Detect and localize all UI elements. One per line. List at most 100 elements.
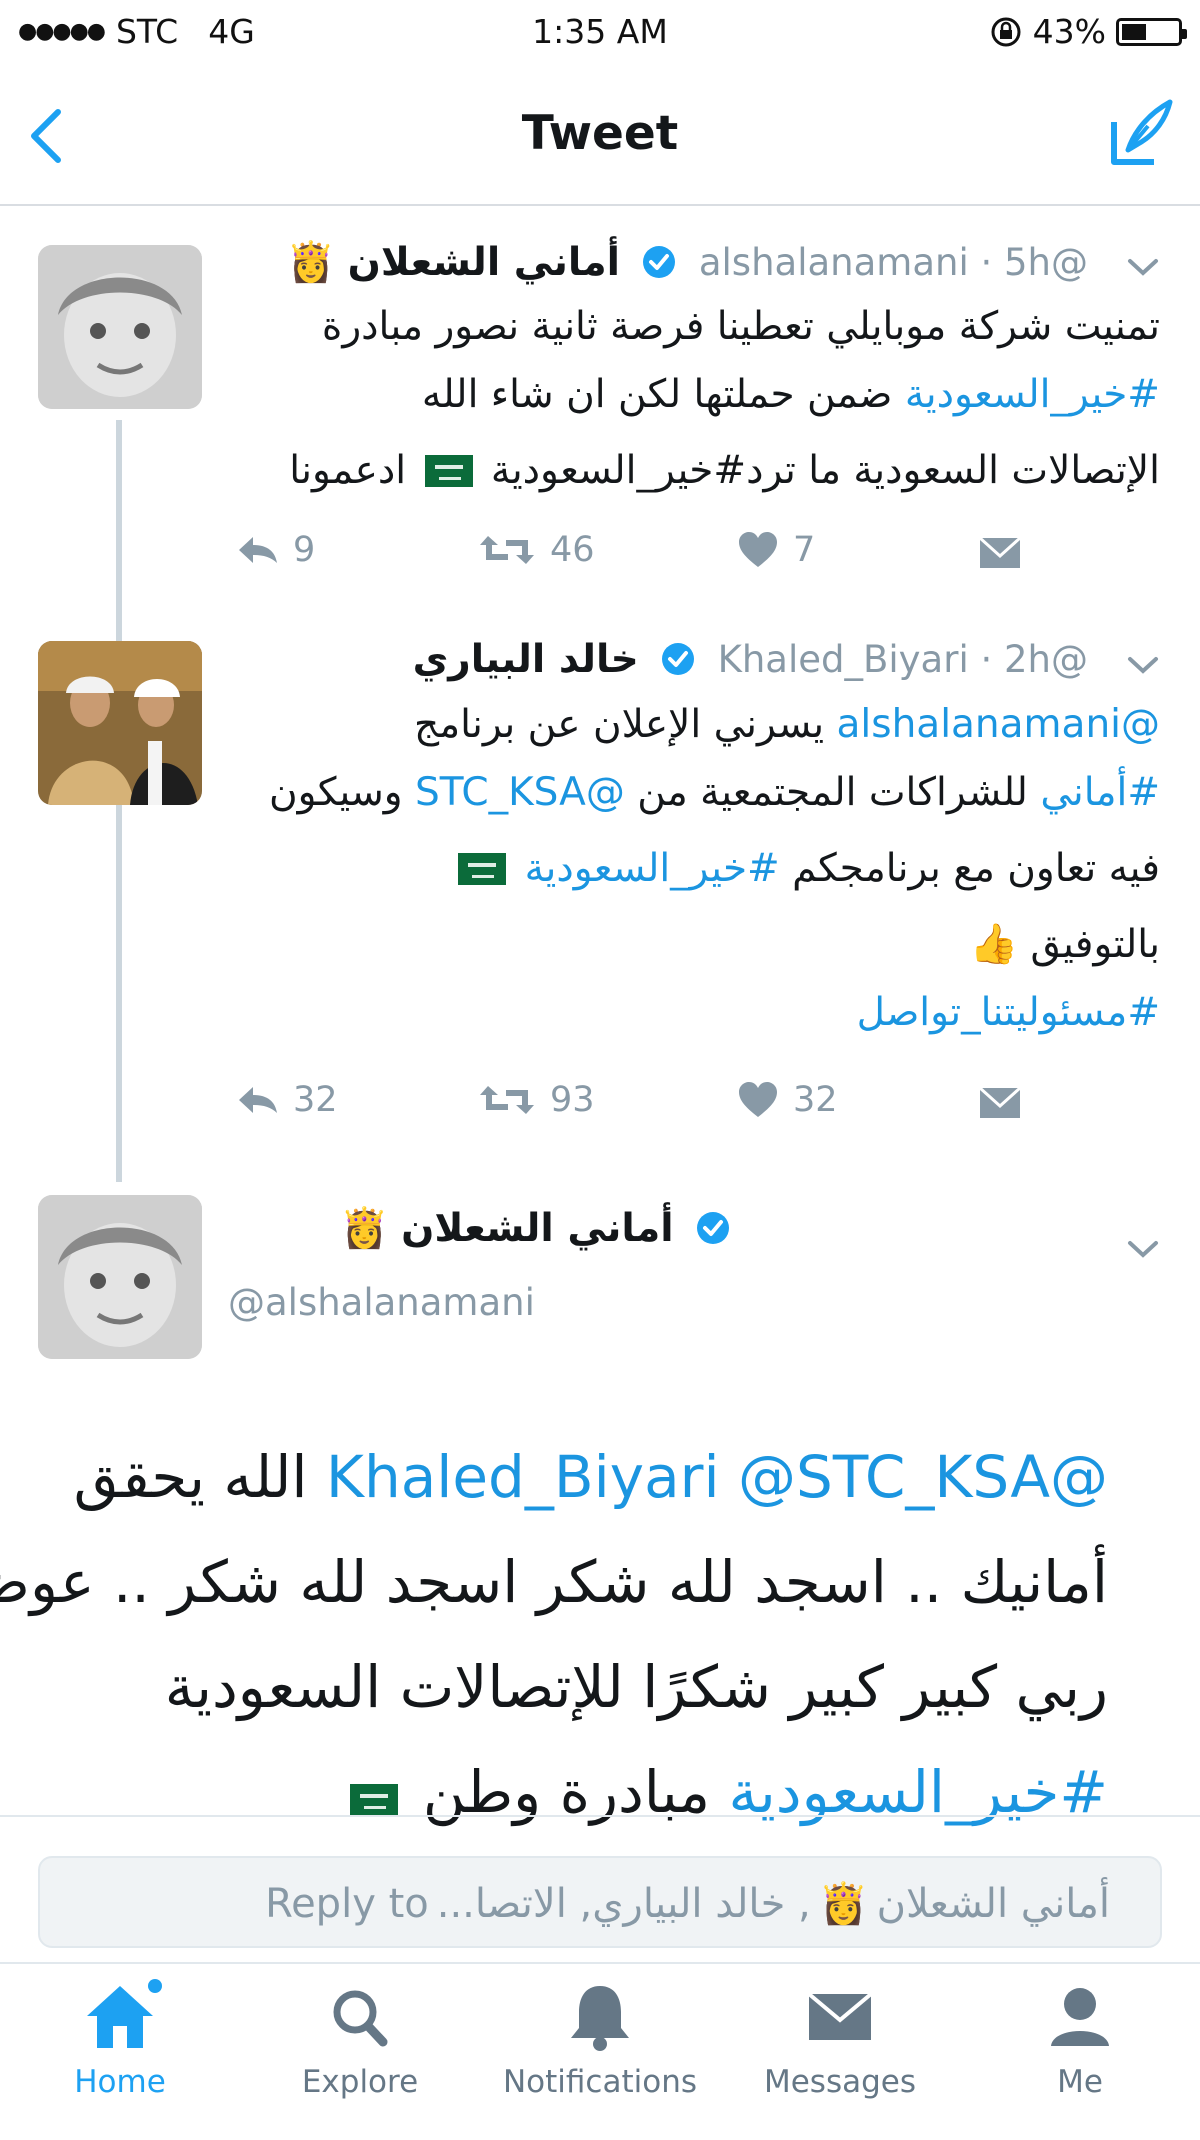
tweet-line: فيه تعاون مع برنامجكم #خير_السعودية — [240, 835, 1160, 903]
tweet-handle[interactable]: @alshalanamani · 5h — [699, 241, 1088, 284]
princess-emoji-icon: 👸 — [340, 1206, 389, 1251]
saudi-flag-icon — [350, 1784, 399, 1816]
status-bar: ●●●●● STC 4G 1:35 AM 43% — [0, 0, 1200, 68]
tweet-line: #مسئوليتنا_تواصل — [240, 979, 1160, 1047]
tweet-line: الإتصالات السعودية ما ترد#خير_السعودية ا… — [240, 437, 1160, 505]
retweet-count: 46 — [550, 530, 595, 570]
tweet-text: أمانيك .. اسجد لله شكر اسجد لله شكر .. ع… — [0, 1548, 1108, 1616]
verified-badge-icon — [697, 1212, 729, 1244]
reply-button[interactable]: 9 — [235, 530, 315, 570]
tweet-text: ربي كبير كبير شكرًا للإتصالات السعودية — [164, 1653, 1108, 1721]
tab-label: Messages — [763, 2064, 917, 2100]
like-button[interactable]: 7 — [737, 530, 815, 570]
tab-home[interactable]: Home — [0, 1976, 240, 2100]
tweet-text: للشراكات المجتمعية من — [624, 770, 1041, 815]
reply-icon — [239, 1087, 277, 1113]
tweet-link[interactable]: @STC_KSA — [738, 1443, 1050, 1511]
reply-prefix: Reply to — [265, 1880, 429, 1927]
avatar[interactable] — [38, 641, 202, 805]
tweet-link[interactable]: #خير_السعودية — [905, 372, 1160, 417]
battery-icon — [1116, 17, 1187, 46]
verified-badge-icon — [643, 246, 676, 278]
verified-badge-icon — [662, 643, 695, 675]
tweet-author-name[interactable]: أماني الشعلان — [348, 240, 620, 285]
retweet-icon — [480, 536, 534, 564]
retweet-button[interactable]: 93 — [478, 1080, 595, 1120]
tweet-actions: 32 93 32 — [0, 1080, 1200, 1130]
tweet-line: @alshalanamani يسرني الإعلان عن برنامج — [240, 691, 1160, 759]
navigation-bar: Tweet — [0, 68, 1200, 206]
tweet-link[interactable]: #أماني — [1040, 770, 1160, 815]
tweet-author-name[interactable]: خالد البياري — [413, 637, 639, 682]
envelope-icon — [807, 1992, 873, 2040]
tab-bar: Home Explore Notifications Messages Me — [0, 1962, 1200, 2140]
reply-count: 32 — [293, 1080, 338, 1120]
tweet-author-name[interactable]: أماني الشعلان — [401, 1206, 673, 1251]
tab-label: Explore — [301, 2064, 419, 2100]
tweet-text: يسرني الإعلان عن برنامج — [414, 702, 837, 747]
saudi-flag-icon — [458, 853, 507, 885]
tweet-link[interactable]: #مسئوليتنا_تواصل — [857, 990, 1160, 1035]
tab-label: Me — [1057, 2064, 1103, 2100]
tweet-line: @Khaled_Biyari @STC_KSA الله يحقق — [38, 1425, 1108, 1530]
reply-count: 9 — [293, 530, 316, 570]
tweet-text: تمنيت شركة موبايلي تعطينا فرصة ثانية نصو… — [321, 304, 1160, 349]
chevron-down-icon[interactable] — [1124, 1237, 1162, 1261]
tweet-2[interactable]: @Khaled_Biyari · 2h خالد البياري @alshal… — [0, 605, 1200, 1165]
avatar[interactable] — [38, 1195, 202, 1359]
tweet-text: ادعمونا — [289, 448, 419, 493]
tab-notifications[interactable]: Notifications — [480, 1976, 720, 2100]
retweet-button[interactable]: 46 — [478, 530, 595, 570]
like-button[interactable]: 32 — [737, 1080, 838, 1120]
rotation-lock-icon — [991, 17, 1021, 46]
direct-message-icon[interactable] — [978, 536, 1022, 570]
retweet-count: 93 — [550, 1080, 595, 1120]
tweet-line: #خير_السعودية ضمن حملتها لكن ان شاء الله — [240, 361, 1160, 429]
saudi-flag-icon — [424, 455, 473, 487]
tweet-link[interactable]: #خير_السعودية — [525, 846, 780, 891]
reply-input[interactable]: Reply to , خالد البياري, الاتصا... 👸 أما… — [38, 1856, 1162, 1948]
princess-emoji-icon: 👸 — [286, 240, 336, 285]
tab-me[interactable]: Me — [960, 1976, 1200, 2100]
tweet-body: @alshalanamani يسرني الإعلان عن برنامج #… — [240, 691, 1160, 1047]
tweet-line: ربي كبير كبير شكرًا للإتصالات السعودية — [38, 1635, 1108, 1740]
main-tweet[interactable]: أماني الشعلان 👸 @alshalanamani @Khaled_B… — [0, 1165, 1200, 1826]
tweet-text: فيه تعاون مع برنامجكم — [779, 846, 1160, 891]
tweet-line: أمانيك .. اسجد لله شكر اسجد لله شكر .. ع… — [0, 1530, 1108, 1635]
tweet-link[interactable]: @alshalanamani — [837, 702, 1160, 747]
search-icon — [333, 1990, 388, 2047]
direct-message-icon[interactable] — [978, 1086, 1022, 1120]
person-icon — [1051, 1988, 1109, 2046]
tweet-link[interactable]: @STC_KSA — [415, 770, 625, 815]
tweet-body: تمنيت شركة موبايلي تعطينا فرصة ثانية نصو… — [240, 293, 1160, 505]
tab-explore[interactable]: Explore — [240, 1976, 480, 2100]
chevron-down-icon[interactable] — [1124, 255, 1162, 279]
battery-percentage: 43% — [1032, 12, 1106, 51]
tweet-handle[interactable]: @Khaled_Biyari · 2h — [718, 638, 1088, 681]
compose-tweet-icon[interactable] — [1108, 92, 1178, 172]
page-title: Tweet — [521, 106, 679, 161]
chevron-down-icon[interactable] — [1124, 653, 1162, 677]
tab-messages[interactable]: Messages — [720, 1976, 960, 2100]
tweet-text — [512, 846, 524, 891]
tweet-actions: 9 46 7 — [0, 530, 1200, 580]
heart-icon — [739, 1082, 777, 1117]
tweet-text: وسيكون — [269, 770, 416, 815]
like-count: 32 — [793, 1080, 838, 1120]
princess-emoji-icon: 👸 — [818, 1881, 869, 1927]
tweet-body: @Khaled_Biyari @STC_KSA الله يحقق أمانيك… — [0, 1425, 1108, 1845]
tweet-text: بالتوفيق — [1030, 922, 1160, 967]
tweet-handle[interactable]: @alshalanamani — [228, 1281, 535, 1324]
reply-placeholder: Reply to , خالد البياري, الاتصا... 👸 أما… — [265, 1880, 1110, 1928]
like-count: 7 — [793, 530, 816, 570]
reply-button[interactable]: 32 — [235, 1080, 338, 1120]
retweet-icon — [480, 1086, 534, 1114]
bell-icon — [571, 1986, 629, 2051]
tweet-text: 👍 — [969, 922, 1031, 967]
tweet-1[interactable]: @alshalanamani · 5h أماني الشعلان 👸 تمني… — [0, 205, 1200, 605]
avatar[interactable] — [38, 245, 202, 409]
divider — [0, 1815, 1200, 1817]
tab-label: Notifications — [502, 2064, 698, 2100]
reply-icon — [239, 537, 277, 563]
tab-label: Home — [74, 2064, 166, 2100]
